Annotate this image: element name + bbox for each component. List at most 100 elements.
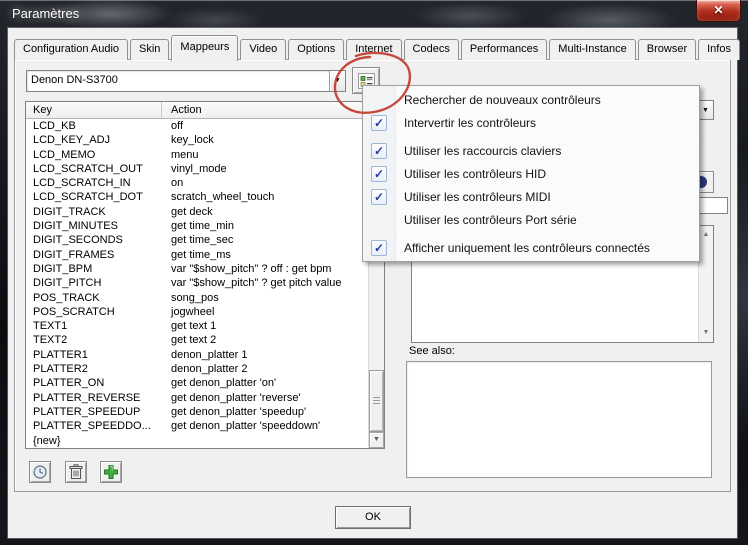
tab[interactable]: Options	[288, 39, 344, 60]
row-key: {new}	[26, 434, 162, 448]
menu-item[interactable]: ✓ Utiliser les contrôleurs MIDI	[363, 185, 699, 208]
row-action: scratch_wheel_touch	[162, 190, 368, 204]
row-key: DIGIT_PITCH	[26, 276, 162, 290]
row-key: DIGIT_MINUTES	[26, 219, 162, 233]
menu-item-label: Afficher uniquement les contrôleurs conn…	[404, 241, 650, 255]
tab[interactable]: Internet	[346, 39, 401, 60]
menu-item-label: Rechercher de nouveaux contrôleurs	[404, 93, 601, 107]
menu-item[interactable]: ✓ Rechercher de nouveaux contrôleurs	[363, 88, 699, 111]
menu-item[interactable]: ✓ Afficher uniquement les contrôleurs co…	[363, 236, 699, 259]
row-key: LCD_SCRATCH_DOT	[26, 190, 162, 204]
tab[interactable]: Infos	[698, 39, 740, 60]
table-row[interactable]: DIGIT_SECONDS get time_sec	[26, 233, 368, 247]
table-row[interactable]: PLATTER_SPEEDUP get denon_platter 'speed…	[26, 405, 368, 419]
mapping-table-body: LCD_KB off LCD_KEY_ADJ key_lock LCD_MEMO…	[26, 119, 368, 448]
table-row[interactable]: {new}	[26, 434, 368, 448]
tab-label: Video	[249, 43, 277, 55]
table-row[interactable]: LCD_SCRATCH_DOT scratch_wheel_touch	[26, 190, 368, 204]
tab-label: Infos	[707, 43, 731, 55]
row-key: DIGIT_BPM	[26, 262, 162, 276]
row-action: jogwheel	[162, 305, 368, 319]
menu-item-label: Intervertir les contrôleurs	[404, 116, 536, 130]
column-header-action[interactable]: Action	[162, 102, 384, 118]
controller-select-value: Denon DN-S3700	[27, 71, 329, 91]
row-action: denon_platter 2	[162, 362, 368, 376]
titlebar[interactable]: Paramètres ✕	[0, 0, 748, 28]
see-also-listbox[interactable]	[406, 361, 712, 478]
row-key: PLATTER2	[26, 362, 162, 376]
table-row[interactable]: LCD_KB off	[26, 119, 368, 133]
column-header-key[interactable]: Key	[26, 102, 162, 118]
close-button[interactable]: ✕	[696, 0, 741, 22]
table-row[interactable]: PLATTER1 denon_platter 1	[26, 348, 368, 362]
table-row[interactable]: DIGIT_PITCH var "$show_pitch" ? get pitc…	[26, 276, 368, 290]
add-mapping-button[interactable]	[100, 461, 122, 483]
menu-item[interactable]: ✓ Utiliser les raccourcis claviers	[363, 139, 699, 162]
table-row[interactable]: DIGIT_BPM var "$show_pitch" ? off : get …	[26, 262, 368, 276]
tab-label: Browser	[647, 43, 687, 55]
row-key: DIGIT_TRACK	[26, 205, 162, 219]
table-row[interactable]: DIGIT_MINUTES get time_min	[26, 219, 368, 233]
row-action: var "$show_pitch" ? off : get bpm	[162, 262, 368, 276]
tab[interactable]: Multi-Instance	[549, 39, 635, 60]
tab[interactable]: Configuration Audio	[14, 39, 128, 60]
menu-item-label: Utiliser les contrôleurs Port série	[404, 213, 577, 227]
table-row[interactable]: DIGIT_FRAMES get time_ms	[26, 248, 368, 262]
row-action: get denon_platter 'speedup'	[162, 405, 368, 419]
table-row[interactable]: PLATTER_REVERSE get denon_platter 'rever…	[26, 391, 368, 405]
menu-item[interactable]: ✓ Intervertir les contrôleurs	[363, 111, 699, 134]
see-also-label: See also:	[409, 345, 455, 357]
trash-icon	[69, 464, 83, 480]
tab[interactable]: Performances	[461, 39, 547, 60]
table-row[interactable]: PLATTER_ON get denon_platter 'on'	[26, 376, 368, 390]
table-row[interactable]: POS_SCRATCH jogwheel	[26, 305, 368, 319]
tab[interactable]: Video	[240, 39, 286, 60]
table-row[interactable]: DIGIT_TRACK get deck	[26, 205, 368, 219]
table-row[interactable]: TEXT1 get text 1	[26, 319, 368, 333]
table-row[interactable]: LCD_MEMO menu	[26, 148, 368, 162]
reset-mapper-button[interactable]	[29, 461, 51, 483]
tab[interactable]: Codecs	[404, 39, 459, 60]
row-action: get time_ms	[162, 248, 368, 262]
scrollbar-thumb[interactable]	[369, 370, 384, 432]
listbox-scrollbar[interactable]: ▲ ▼	[698, 226, 713, 342]
menu-item[interactable]: ✓ Utiliser les contrôleurs Port série	[363, 208, 699, 231]
delete-mapping-button[interactable]	[65, 461, 87, 483]
tab[interactable]: Mappeurs	[171, 35, 238, 61]
row-action: get time_sec	[162, 233, 368, 247]
tab-label: Performances	[470, 43, 538, 55]
scroll-up-icon[interactable]: ▲	[699, 228, 713, 242]
row-key: LCD_SCRATCH_IN	[26, 176, 162, 190]
row-action: get text 1	[162, 319, 368, 333]
row-action: song_pos	[162, 291, 368, 305]
add-plus-icon	[103, 464, 119, 480]
controller-select[interactable]: Denon DN-S3700 ▼	[26, 70, 346, 92]
row-key: POS_SCRATCH	[26, 305, 162, 319]
scroll-down-icon[interactable]: ▼	[699, 326, 713, 340]
table-row[interactable]: POS_TRACK song_pos	[26, 291, 368, 305]
tab-label: Codecs	[413, 43, 450, 55]
table-row[interactable]: TEXT2 get text 2	[26, 333, 368, 347]
ok-button[interactable]: OK	[335, 506, 411, 529]
tab[interactable]: Browser	[638, 39, 696, 60]
chevron-down-icon[interactable]: ▼	[329, 71, 345, 91]
row-action: denon_platter 1	[162, 348, 368, 362]
settings-window: Paramètres ✕ Configuration Audio Skin Ma…	[0, 0, 748, 545]
table-row[interactable]: PLATTER_SPEEDDO... get denon_platter 'sp…	[26, 419, 368, 433]
menu-item[interactable]: ✓ Utiliser les contrôleurs HID	[363, 162, 699, 185]
row-action: get denon_platter 'speeddown'	[162, 419, 368, 433]
tab-label: Multi-Instance	[558, 43, 626, 55]
scroll-down-icon[interactable]: ▼	[369, 432, 384, 448]
table-row[interactable]: LCD_SCRATCH_OUT vinyl_mode	[26, 162, 368, 176]
row-key: TEXT1	[26, 319, 162, 333]
row-key: TEXT2	[26, 333, 162, 347]
row-action: key_lock	[162, 133, 368, 147]
table-row[interactable]: LCD_SCRATCH_IN on	[26, 176, 368, 190]
tab[interactable]: Skin	[130, 39, 169, 60]
table-row[interactable]: PLATTER2 denon_platter 2	[26, 362, 368, 376]
row-key: LCD_SCRATCH_OUT	[26, 162, 162, 176]
row-key: DIGIT_FRAMES	[26, 248, 162, 262]
table-row[interactable]: LCD_KEY_ADJ key_lock	[26, 133, 368, 147]
row-action: var "$show_pitch" ? get pitch value	[162, 276, 368, 290]
row-action: get deck	[162, 205, 368, 219]
